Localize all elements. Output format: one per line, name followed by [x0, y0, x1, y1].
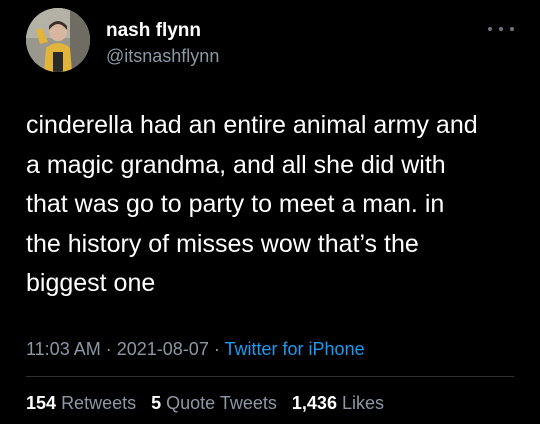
- tweet-source-link[interactable]: Twitter for iPhone: [225, 339, 365, 359]
- likes-count: 1,436: [291, 393, 337, 413]
- user-handle[interactable]: @itsnashflynn: [106, 45, 219, 67]
- tweet-line: that was go to party to meet a man. in: [26, 190, 445, 218]
- quote-tweets-stat[interactable]: 5 Quote Tweets: [151, 393, 277, 413]
- tweet-line: biggest one: [26, 269, 156, 297]
- meta-separator: ·: [105, 339, 112, 359]
- meta-separator: ·: [213, 339, 220, 359]
- divider: [26, 376, 514, 377]
- quotes-label: Quote Tweets: [166, 393, 277, 413]
- tweet-stats: 154 Retweets 5 Quote Tweets 1,436 Likes: [26, 392, 394, 414]
- tweet-meta: 11:03 AM · 2021-08-07 · Twitter for iPho…: [26, 338, 365, 360]
- tweet-line: a magic grandma, and all she did with: [26, 150, 446, 179]
- profile-photo-icon: [26, 8, 90, 72]
- tweet-line: cinderella had an entire animal army and: [26, 111, 478, 139]
- more-dot: [499, 27, 503, 31]
- tweet-card: nash flynn @itsnashflynn cinderella had …: [0, 0, 540, 424]
- more-options-icon[interactable]: [488, 22, 514, 36]
- quotes-count: 5: [151, 393, 162, 413]
- retweets-stat[interactable]: 154 Retweets: [26, 393, 136, 413]
- tweet-text: cinderella had an entire animal army and…: [26, 106, 526, 304]
- more-dot: [510, 27, 514, 31]
- more-dot: [488, 27, 492, 31]
- display-name[interactable]: nash flynn: [106, 20, 201, 42]
- tweet-date[interactable]: 2021-08-07: [117, 339, 209, 359]
- retweets-count: 154: [26, 393, 57, 413]
- tweet-line: the history of misses wow that’s the: [26, 229, 419, 258]
- retweets-label: Retweets: [61, 393, 137, 413]
- avatar[interactable]: [26, 8, 90, 72]
- likes-label: Likes: [341, 393, 384, 413]
- tweet-time[interactable]: 11:03 AM: [26, 339, 101, 359]
- likes-stat[interactable]: 1,436 Likes: [292, 393, 384, 413]
